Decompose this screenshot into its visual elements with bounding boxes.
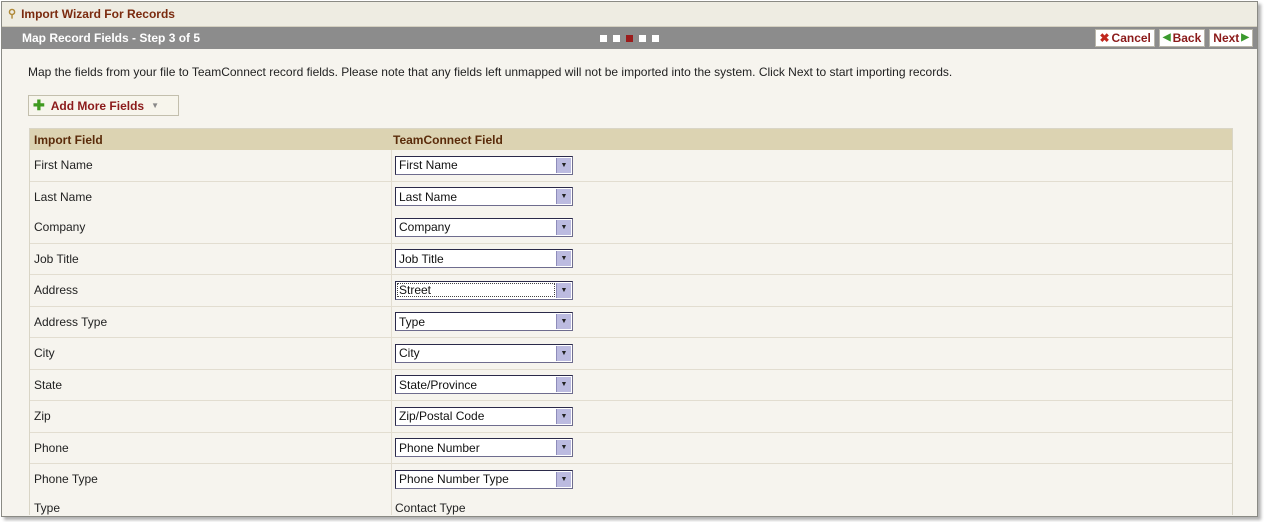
dropdown-arrow-icon[interactable]: ▼ [556,345,571,361]
import-field-label: First Name [34,158,93,173]
select-value: Phone Number [399,440,480,455]
teamconnect-field-select[interactable]: Phone Number ▼ [395,438,573,458]
teamconnect-field-select[interactable]: First Name ▼ [395,155,573,175]
select-value: Company [399,220,451,235]
add-more-fields-button[interactable]: ✚ Add More Fields ▼ [28,95,179,116]
table-header: Import Field TeamConnect Field [30,129,1232,150]
teamconnect-field-select[interactable]: Phone Number Type ▼ [395,469,573,489]
dropdown-arrow-icon[interactable]: ▼ [556,219,571,235]
step-dot-1 [600,35,607,42]
cancel-label: Cancel [1111,31,1151,45]
teamconnect-field-select[interactable]: Type ▼ [395,312,573,332]
window-titlebar: ⚲ Import Wizard For Records [2,2,1257,27]
table-row: Type Contact Type [30,495,1232,517]
table-row: Address Type Type ▼ [30,307,1232,338]
select-value: Last Name [399,189,458,204]
dropdown-arrow-icon[interactable]: ▼ [556,471,571,487]
import-field-label: Zip [34,409,51,424]
step-indicator [600,35,659,42]
import-field-label: Last Name [34,189,93,204]
step-dot-3-active [626,35,633,42]
table-row: City City ▼ [30,338,1232,370]
dropdown-arrow-icon[interactable]: ▼ [556,251,571,267]
next-button[interactable]: Next ▶ [1209,29,1253,47]
step-title: Map Record Fields - Step 3 of 5 [22,31,201,45]
teamconnect-field-select[interactable]: City ▼ [395,343,573,363]
dropdown-arrow-icon[interactable]: ▼ [556,314,571,330]
table-row: Company Company ▼ [30,212,1232,244]
field-mapping-table: Import Field TeamConnect Field First Nam… [29,128,1233,515]
window-title: Import Wizard For Records [21,7,175,21]
dropdown-caret-icon: ▼ [151,101,159,110]
pin-icon[interactable]: ⚲ [8,2,16,26]
teamconnect-field-select[interactable]: Job Title ▼ [395,249,573,269]
select-value: State/Province [399,377,478,392]
table-row: State State/Province ▼ [30,370,1232,401]
dropdown-arrow-icon[interactable]: ▼ [556,408,571,424]
header-import-field: Import Field [34,132,103,147]
import-field-label: Phone Type [34,472,98,487]
wizard-nav-buttons: ✖ Cancel ◀ Back Next ▶ [1095,29,1253,47]
back-label: Back [1172,31,1202,45]
static-field-value: Contact Type [395,500,466,515]
dropdown-arrow-icon[interactable]: ▼ [556,282,571,298]
teamconnect-field-select-focused[interactable]: Street ▼ [395,280,573,300]
import-field-label: City [34,346,55,361]
teamconnect-field-select[interactable]: State/Province ▼ [395,375,573,395]
table-row: Last Name Last Name ▼ [30,182,1232,213]
header-teamconnect-field: TeamConnect Field [393,132,503,147]
next-label: Next [1213,31,1240,45]
table-row: Phone Phone Number ▼ [30,433,1232,464]
table-row: Job Title Job Title ▼ [30,244,1232,275]
dropdown-arrow-icon[interactable]: ▼ [556,157,571,173]
import-field-label: Type [34,500,61,515]
add-more-fields-label: Add More Fields [50,98,145,113]
dropdown-arrow-icon[interactable]: ▼ [556,189,571,205]
step-dot-4 [639,35,646,42]
arrow-right-icon: ▶ [1241,32,1249,43]
teamconnect-field-select[interactable]: Zip/Postal Code ▼ [395,406,573,426]
import-field-label: Address Type [34,314,108,329]
dropdown-arrow-icon[interactable]: ▼ [556,377,571,393]
import-field-label: State [34,377,63,392]
select-value: Phone Number Type [399,472,509,487]
import-wizard-window: ⚲ Import Wizard For Records Map Record F… [1,1,1258,517]
table-row: First Name First Name ▼ [30,150,1232,182]
table-row: Phone Type Phone Number Type ▼ [30,464,1232,495]
teamconnect-field-select[interactable]: Company ▼ [395,217,573,237]
table-row: Zip Zip/Postal Code ▼ [30,401,1232,433]
step-dot-5 [652,35,659,42]
plus-icon: ✚ [33,97,45,113]
table-row: Address Street ▼ [30,275,1232,307]
step-dot-2 [613,35,620,42]
step-bar: Map Record Fields - Step 3 of 5 ✖ Cancel… [2,27,1257,49]
select-value: First Name [399,158,458,173]
import-field-label: Company [34,220,86,235]
select-value: City [399,346,420,361]
import-field-label: Phone [34,440,69,455]
select-value: Zip/Postal Code [399,409,485,424]
cancel-button[interactable]: ✖ Cancel [1095,29,1155,47]
select-value: Job Title [399,251,444,266]
cancel-x-icon: ✖ [1099,31,1110,45]
teamconnect-field-select[interactable]: Last Name ▼ [395,187,573,207]
arrow-left-icon: ◀ [1162,32,1171,43]
select-value: Type [399,314,426,329]
import-field-label: Address [34,283,79,298]
back-button[interactable]: ◀ Back [1158,29,1206,47]
intro-text: Map the fields from your file to TeamCon… [28,65,953,79]
import-field-label: Job Title [34,251,79,266]
select-value: Street [397,283,555,298]
dropdown-arrow-icon[interactable]: ▼ [556,440,571,456]
